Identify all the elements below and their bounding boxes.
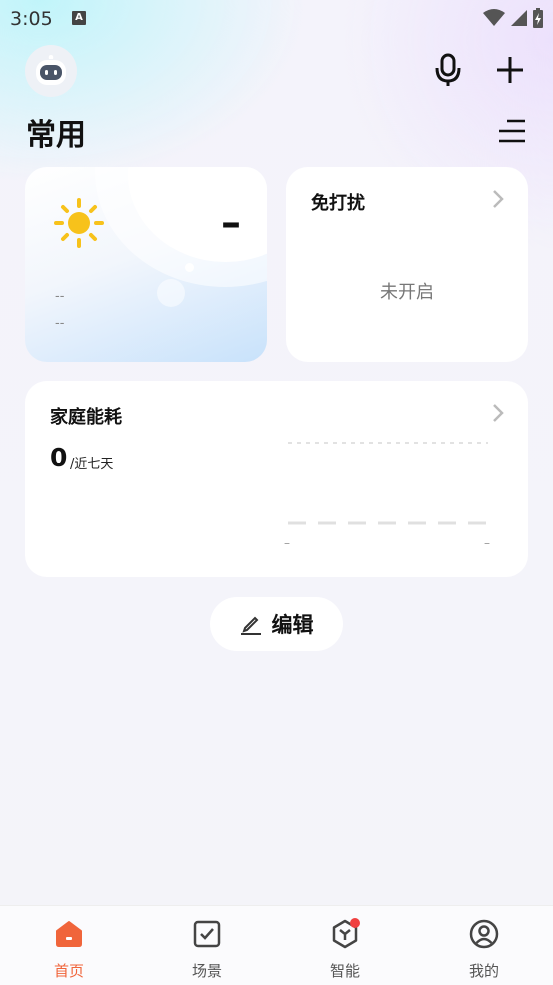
smart-badge [350, 918, 360, 928]
chevron-right-icon [493, 404, 504, 422]
tab-home-label: 首页 [53, 962, 84, 980]
chart-x-end: – [484, 536, 490, 550]
user-profile-icon [469, 919, 499, 949]
dnd-state: 未开启 [380, 282, 434, 303]
temperature-value: – [221, 200, 241, 246]
energy-card[interactable]: 家庭能耗 0 /近七天 – – [25, 381, 528, 577]
page-title: 常用 [26, 118, 86, 153]
menu-button[interactable] [499, 118, 525, 144]
smart-cube-icon [332, 918, 360, 949]
energy-period: /近七天 [70, 457, 114, 472]
weather-line-2: -- [55, 316, 65, 331]
energy-chart [288, 442, 488, 525]
weather-line-1: -- [55, 289, 65, 304]
voice-button[interactable] [430, 52, 466, 88]
chart-x-start: – [284, 536, 290, 550]
chevron-right-icon [493, 190, 504, 208]
bottom-tab-bar: 首页 场景 智能 我的 [0, 905, 553, 985]
wifi-icon [483, 9, 505, 26]
scene-checkbox-icon [193, 920, 221, 948]
tab-scene-label: 场景 [191, 962, 222, 980]
tab-profile-label: 我的 [468, 962, 499, 980]
battery-icon [533, 8, 543, 28]
energy-value: 0 [50, 443, 68, 472]
status-time: 3:05 [10, 8, 53, 30]
tab-smart[interactable]: 智能 [305, 906, 385, 985]
tab-profile[interactable]: 我的 [444, 906, 524, 985]
edit-button-label: 编辑 [271, 613, 314, 637]
tab-home[interactable]: 首页 [29, 906, 109, 985]
status-icons [483, 8, 543, 28]
pencil-icon [240, 616, 261, 635]
weather-bg-dot [185, 263, 194, 272]
plus-icon [497, 57, 523, 83]
energy-title: 家庭能耗 [50, 407, 122, 428]
notification-icon: A [72, 11, 86, 25]
sun-icon [54, 198, 104, 248]
weather-bg-bubble [157, 279, 185, 307]
cell-signal-icon [511, 10, 527, 26]
edit-button[interactable]: 编辑 [210, 597, 343, 651]
list-menu-icon [499, 119, 525, 143]
add-button[interactable] [492, 52, 528, 88]
robot-avatar-icon [36, 55, 66, 85]
status-bar: 3:05 A [0, 0, 553, 36]
dnd-card[interactable]: 免打扰 未开启 [286, 167, 528, 362]
weather-card[interactable]: – -- -- [25, 167, 267, 362]
tab-scene[interactable]: 场景 [167, 906, 247, 985]
dnd-title: 免打扰 [311, 193, 365, 214]
tab-smart-label: 智能 [329, 962, 360, 980]
home-icon [56, 921, 82, 947]
microphone-icon [435, 53, 461, 86]
robot-avatar[interactable] [25, 45, 77, 97]
